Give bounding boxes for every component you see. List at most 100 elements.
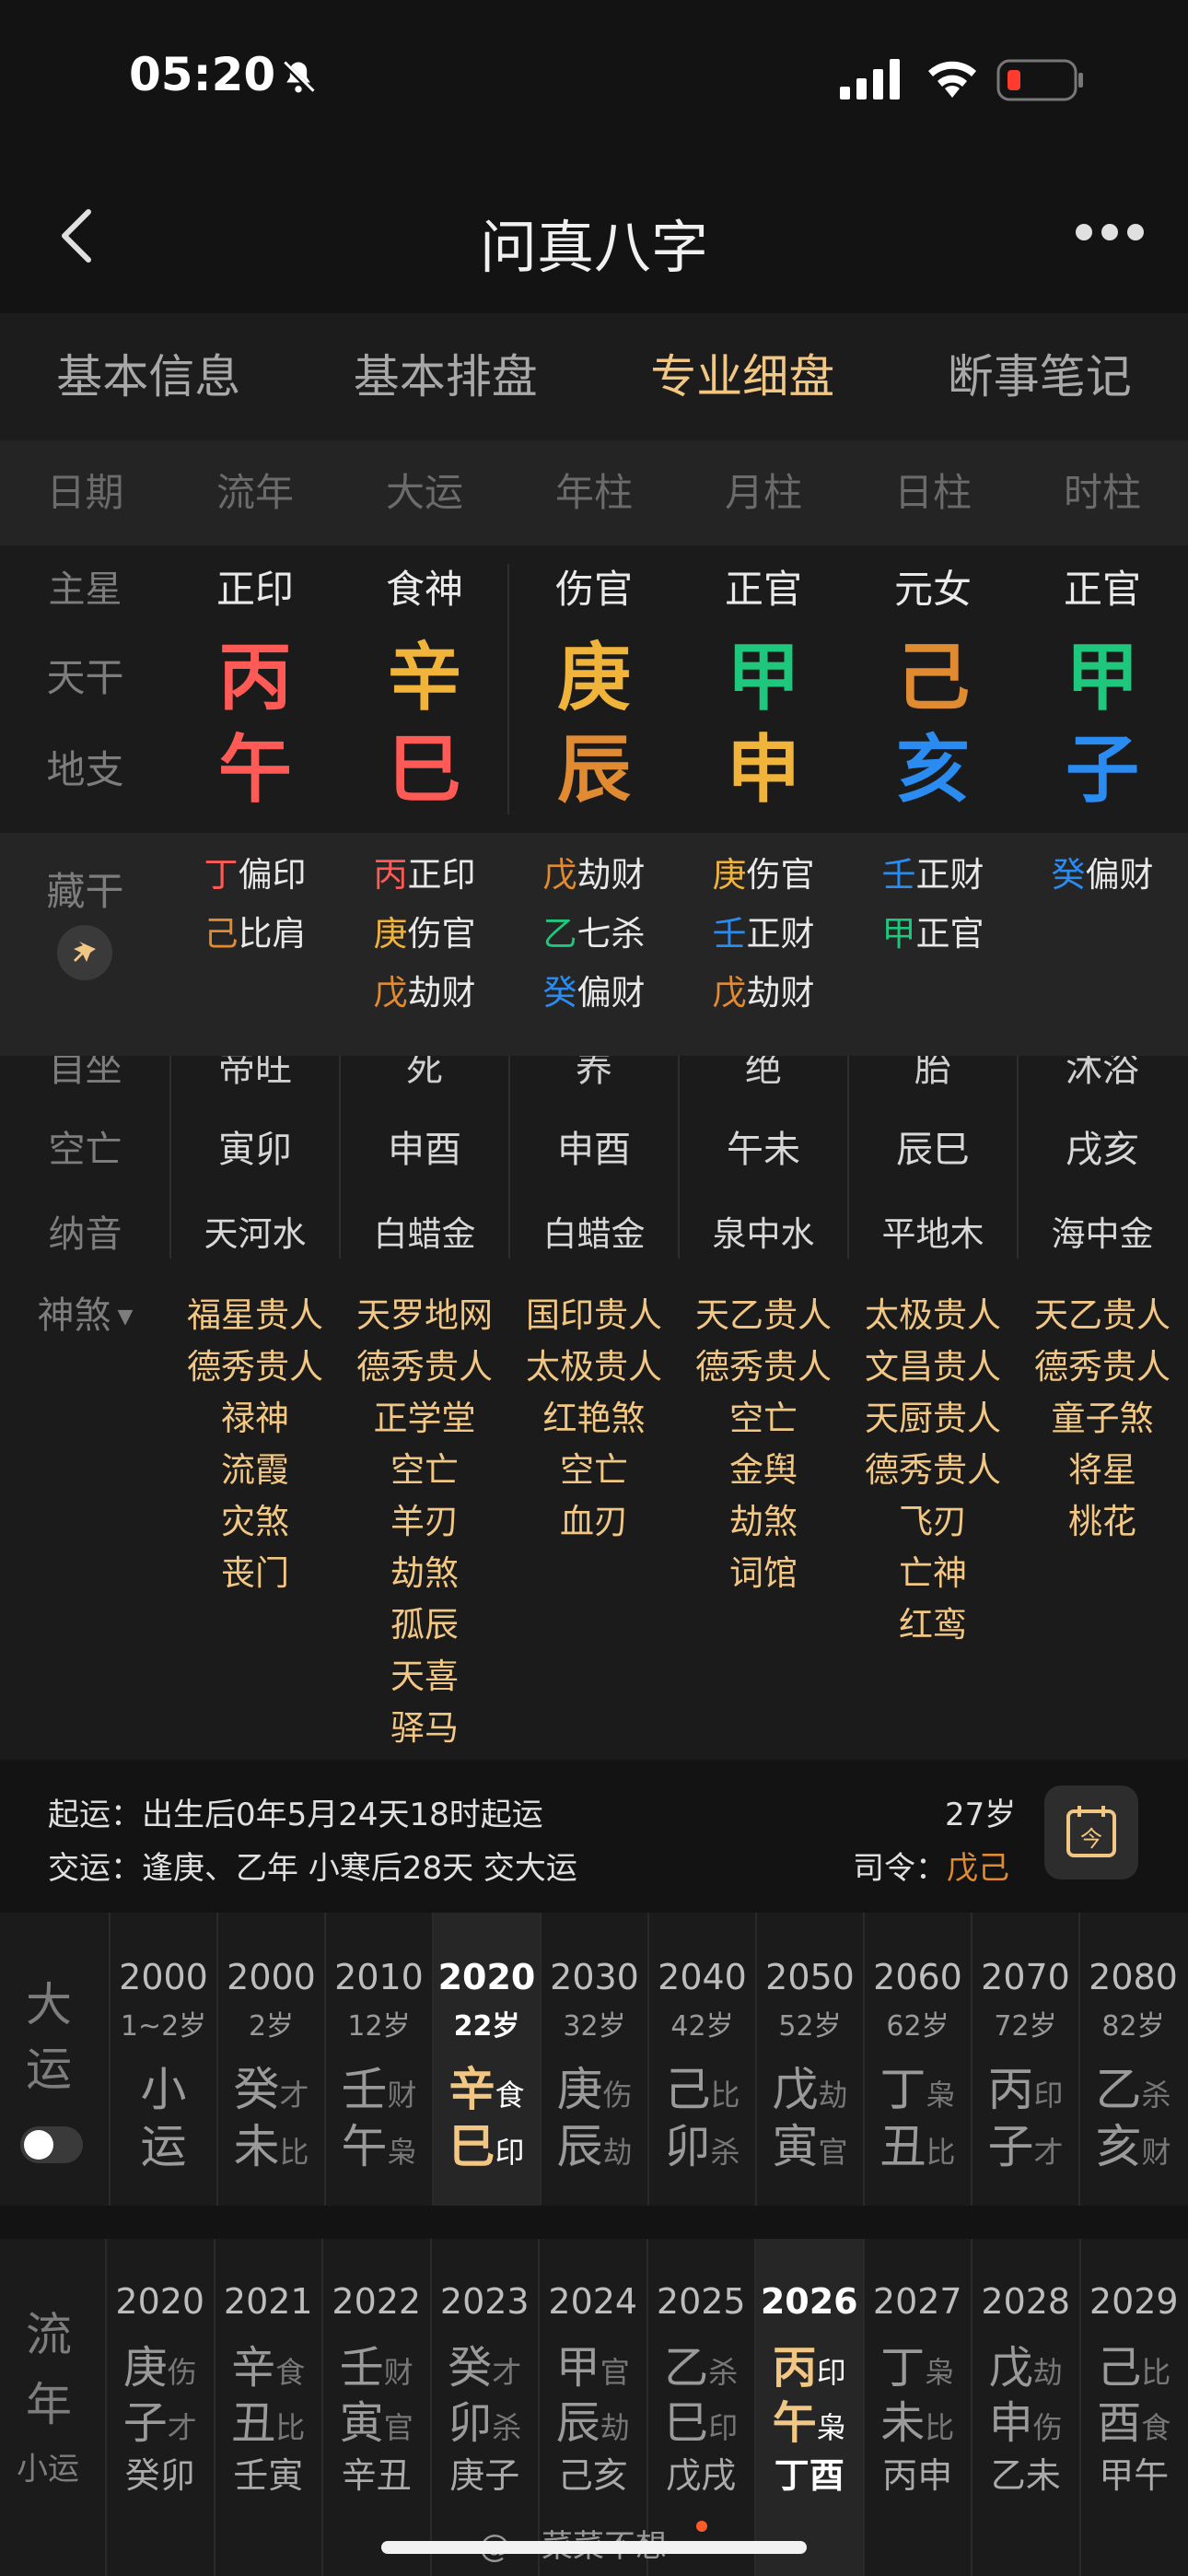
dayun-age: 32岁 [563, 2010, 626, 2043]
dayun-toggle[interactable] [20, 2126, 83, 2163]
dizhi-char: 辰 [557, 727, 631, 813]
dayun-item[interactable]: 2030 32岁 庚伤 辰劫 [540, 1913, 647, 2206]
more-icon[interactable] [1073, 221, 1147, 249]
shensha-item: 飞刃 [899, 1502, 967, 1541]
dayun-zhi-char: 辰 [556, 2120, 603, 2173]
liunian-zhi: 午枭 [756, 2386, 863, 2451]
canggan-column: 戊劫财 乙七杀 癸偏财 [509, 846, 679, 1023]
dizhi-char: 申 [727, 727, 800, 813]
shensha-item: 德秀贵人 [356, 1347, 493, 1387]
canggan-gan: 戊 [542, 855, 577, 895]
tab-notes[interactable]: 断事笔记 [891, 313, 1188, 440]
canggan-shishen: 偏财 [1085, 855, 1154, 895]
shensha-item: 德秀贵人 [695, 1347, 832, 1387]
shensha-column: 天乙贵人 德秀贵人 空亡 金舆 劫煞 词馆 [679, 1290, 848, 1599]
kongwang-cell: 申酉 [388, 1129, 461, 1171]
dizhi-char: 亥 [896, 727, 970, 813]
page-dot [696, 2521, 707, 2532]
caret-down-icon: ▼ [111, 1306, 134, 1329]
dayun-year: 2030 [550, 1957, 639, 1997]
dayun-year: 2070 [981, 1957, 1070, 1997]
liunian-zhi: 巳印 [648, 2386, 755, 2451]
canggan-item: 庚伤官 [340, 905, 509, 964]
dayun-gan-char: 壬 [341, 2063, 388, 2116]
liunian-item[interactable]: 2027 丁枭 未比 丙申 [862, 2239, 972, 2576]
tab-basic-info[interactable]: 基本信息 [0, 313, 297, 440]
shensha-item: 福星贵人 [187, 1295, 323, 1335]
dayun-title-top: 大 [26, 1978, 72, 2032]
signal-icon [840, 59, 901, 103]
dayun-item[interactable]: 2010 12岁 壬财 午枭 [324, 1913, 432, 2206]
liunian-zhi-shishen: 官 [383, 2410, 413, 2445]
kongwang-cell: 午未 [727, 1129, 800, 1171]
canggan-shishen: 偏财 [577, 973, 646, 1013]
liunian-item[interactable]: 2026 丙印 午枭 丁酉 [754, 2239, 863, 2576]
liunian-year: 2023 [439, 2281, 530, 2322]
liunian-zhi-char: 申 [988, 2397, 1033, 2449]
column-header-row: 日期 流年 大运 年柱 月柱 日柱 时柱 [0, 440, 1188, 545]
canggan-gan: 庚 [373, 914, 408, 954]
dayun-zhi-shishen: 财 [1141, 2135, 1171, 2170]
header-year-pillar: 年柱 [554, 470, 633, 515]
canggan-item: 壬正财 [679, 905, 848, 964]
dayun-item[interactable]: 2020 22岁 辛食 巳印 [432, 1913, 540, 2206]
liunian-zhi-shishen: 杀 [492, 2410, 522, 2445]
shensha-item: 天喜 [390, 1657, 459, 1696]
dayun-item[interactable]: 2000 1~2岁小运 [109, 1913, 216, 2206]
tab-pro-detail[interactable]: 专业细盘 [594, 313, 891, 440]
liunian-year: 2020 [115, 2281, 205, 2322]
canggan-shishen: 劫财 [577, 855, 646, 895]
shensha-item: 血刃 [560, 1502, 628, 1541]
canggan-shishen: 比肩 [238, 914, 307, 954]
dayun-item[interactable]: 2050 52岁 戊劫 寅官 [755, 1913, 863, 2206]
liunian-item[interactable]: 2028 戊劫 申伤 乙未 [971, 2239, 1079, 2576]
home-indicator[interactable] [381, 2541, 807, 2554]
dayun-gan-shishen: 财 [387, 2078, 417, 2113]
liunian-zhi-char: 酉 [1097, 2397, 1142, 2449]
canggan-item: 乙七杀 [509, 905, 679, 964]
liunian-gan-shishen: 财 [383, 2355, 413, 2390]
dayun-item[interactable]: 2000 2岁 癸才 未比 [216, 1913, 324, 2206]
shensha-toggle[interactable]: 神煞 ▼ [0, 1290, 170, 1343]
shensha-item: 国印贵人 [526, 1295, 662, 1335]
dayun-item[interactable]: 2080 82岁 乙杀 亥财 [1078, 1913, 1186, 2206]
nayin-cell: 白蜡金 [373, 1214, 476, 1254]
dayun-age: 72岁 [994, 2010, 1057, 2043]
dayun-year: 2080 [1089, 1957, 1178, 1997]
liunian-item[interactable]: 2021 辛食 丑比 壬寅 [213, 2239, 322, 2576]
today-button[interactable]: 今 [1044, 1786, 1138, 1879]
liunian-item[interactable]: 2020 庚伤 子才 癸卯 [105, 2239, 214, 2576]
page-title: 问真八字 [479, 214, 708, 281]
liunian-zhi-shishen: 才 [167, 2410, 197, 2445]
tiangan-char: 甲 [1066, 635, 1139, 720]
xiaoyun-value: 辛丑 [341, 2455, 412, 2496]
pin-icon[interactable] [57, 925, 112, 980]
dayun-age: 12岁 [347, 2010, 411, 2043]
dayun-zhi-shishen: 比 [926, 2135, 956, 2170]
dayun-age: 1~2岁 [120, 2010, 207, 2043]
liunian-item[interactable]: 2029 己比 酉食 甲午 [1078, 2239, 1188, 2576]
liunian-item[interactable]: 2022 壬财 寅官 辛丑 [321, 2239, 430, 2576]
tab-basic-chart[interactable]: 基本排盘 [297, 313, 595, 440]
dayun-zhi-shishen: 印 [495, 2135, 525, 2170]
liunian-zhi: 未比 [865, 2386, 972, 2451]
dayun-item[interactable]: 2060 62岁 丁枭 丑比 [863, 1913, 971, 2206]
liunian-gan-shishen: 印 [816, 2355, 846, 2390]
dayun-gan-shishen: 印 [1033, 2078, 1064, 2113]
shensha-column: 福星贵人 德秀贵人 禄神 流霞 灾煞 丧门 [170, 1290, 340, 1599]
dayun-item[interactable]: 2070 72岁 丙印 子才 [971, 1913, 1078, 2206]
liunian-sub: 小运 [17, 2451, 79, 2488]
shensha-item: 红艳煞 [542, 1399, 646, 1438]
dayun-zhi-shishen: 官 [818, 2135, 848, 2170]
canggan-label: 藏干 [46, 869, 124, 914]
nayin-row: 纳音 天河水 白蜡金 白蜡金 泉中水 平地木 海中金 [0, 1196, 1188, 1273]
canggan-column: 壬正财 甲正官 [848, 846, 1018, 964]
liunian-zhi-shishen: 比 [925, 2410, 955, 2445]
liunian-gan-shishen: 杀 [708, 2355, 739, 2390]
dayun-zhi: 巳印 [434, 2110, 540, 2176]
dayun-item[interactable]: 2040 42岁 己比 卯杀 [647, 1913, 755, 2206]
liunian-zhi: 申伤 [973, 2386, 1079, 2451]
kongwang-cell: 辰巳 [896, 1129, 970, 1171]
xiaoyun-value: 庚子 [449, 2455, 520, 2496]
canggan-gan: 丁 [204, 855, 239, 895]
